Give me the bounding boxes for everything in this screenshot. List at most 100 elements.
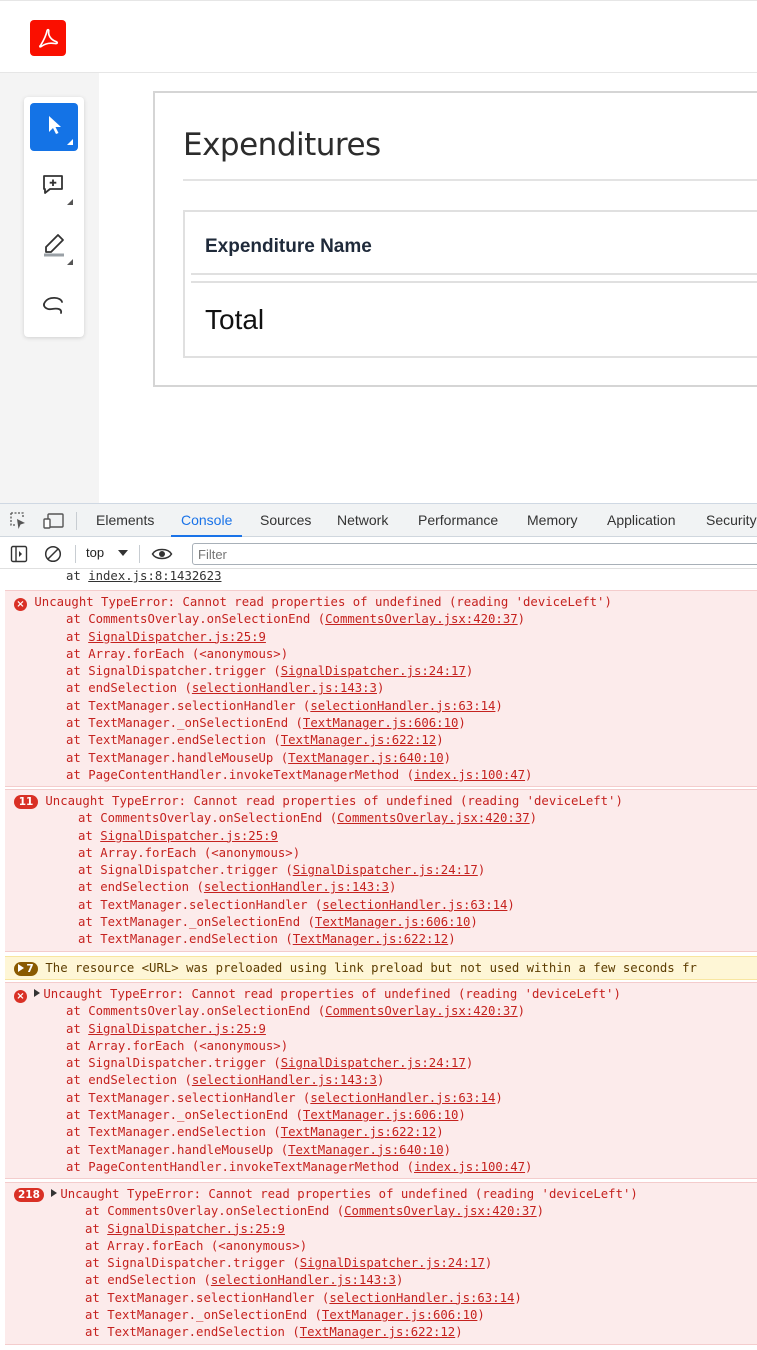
stack-at-prefix: at bbox=[66, 570, 89, 583]
stack-frame: at PageContentHandler.invokeTextManagerM… bbox=[66, 767, 533, 782]
inspect-element-icon[interactable] bbox=[9, 511, 29, 531]
stack-frame-link[interactable]: TextManager.js:640:10 bbox=[288, 751, 443, 765]
comment-tool-button[interactable] bbox=[30, 163, 78, 211]
stack-frame-link[interactable]: selectionHandler.js:63:14 bbox=[310, 699, 495, 713]
stack-frame-link[interactable]: selectionHandler.js:143:3 bbox=[192, 681, 377, 695]
error-icon: × bbox=[14, 598, 27, 611]
stack-frame-link[interactable]: SignalDispatcher.js:25:9 bbox=[88, 630, 266, 644]
execution-context-select[interactable]: top bbox=[86, 545, 104, 560]
stack-frame-link[interactable]: SignalDispatcher.js:25:9 bbox=[100, 829, 278, 843]
console-message-text: Uncaught TypeError: Cannot read properti… bbox=[43, 987, 621, 1001]
stack-frame-link[interactable]: TextManager.js:622:12 bbox=[281, 1125, 436, 1139]
stack-frame: at CommentsOverlay.onSelectionEnd (Comme… bbox=[85, 1204, 545, 1219]
stack-frame-link[interactable]: SignalDispatcher.js:24:17 bbox=[281, 664, 466, 678]
expand-triangle-icon[interactable] bbox=[18, 964, 25, 972]
stack-frame-link[interactable]: TextManager.js:622:12 bbox=[281, 733, 436, 747]
toolbar-separator bbox=[76, 512, 77, 530]
live-expression-eye-icon[interactable] bbox=[150, 544, 174, 564]
stack-frame-function: CommentsOverlay.onSelectionEnd bbox=[107, 1204, 337, 1219]
stack-frame: at TextManager.endSelection (TextManager… bbox=[66, 1125, 444, 1140]
stack-frame-function: TextManager.handleMouseUp bbox=[88, 750, 281, 765]
stack-frame-function: CommentsOverlay.onSelectionEnd bbox=[88, 612, 318, 627]
tab-elements[interactable]: Elements bbox=[86, 504, 164, 537]
stack-frame-link[interactable]: selectionHandler.js:63:14 bbox=[310, 1091, 495, 1105]
stack-frame-function: SignalDispatcher.trigger bbox=[107, 1256, 293, 1271]
stack-frame-link[interactable]: CommentsOverlay.jsx:420:37 bbox=[325, 1004, 518, 1018]
console-message-header: 7 The resource <URL> was preloaded using… bbox=[5, 960, 757, 977]
stack-frame: at TextManager._onSelectionEnd (TextMana… bbox=[78, 915, 478, 930]
highlight-tool-button[interactable] bbox=[30, 223, 78, 271]
stack-frame-location: (<anonymous>) bbox=[210, 1238, 308, 1253]
select-tool-button[interactable] bbox=[30, 103, 78, 151]
stack-frame-function: endSelection bbox=[100, 880, 197, 895]
tab-sources[interactable]: Sources bbox=[250, 504, 321, 537]
stack-frame-link[interactable]: TextManager.js:622:12 bbox=[300, 1325, 455, 1339]
stack-frame: at SignalDispatcher.js:25:9 bbox=[78, 828, 278, 843]
stack-frame: at endSelection (selectionHandler.js:143… bbox=[78, 880, 397, 895]
tab-application[interactable]: Application bbox=[597, 504, 686, 537]
device-toolbar-icon[interactable] bbox=[42, 511, 66, 531]
stack-frame-link[interactable]: TextManager.js:622:12 bbox=[293, 932, 448, 946]
stack-frame: at TextManager.endSelection (TextManager… bbox=[78, 932, 456, 947]
stack-frame-link[interactable]: TextManager.js:606:10 bbox=[303, 716, 458, 730]
console-error-message[interactable]: × Uncaught TypeError: Cannot read proper… bbox=[5, 590, 757, 788]
stack-frame: at Array.forEach (<anonymous>) bbox=[66, 1038, 289, 1053]
tab-console[interactable]: Console bbox=[171, 504, 243, 537]
stack-frame: at TextManager.selectionHandler (selecti… bbox=[85, 1290, 522, 1305]
expand-triangle-icon[interactable] bbox=[51, 1189, 58, 1197]
console-error-message[interactable]: 11 Uncaught TypeError: Cannot read prope… bbox=[5, 789, 757, 952]
tab-memory[interactable]: Memory bbox=[517, 504, 588, 537]
stack-frame: at SignalDispatcher.trigger (SignalDispa… bbox=[66, 664, 474, 679]
pointer-arrow-icon bbox=[44, 114, 64, 141]
stack-frame-function: TextManager._onSelectionEnd bbox=[88, 716, 296, 731]
console-message-header: × Uncaught TypeError: Cannot read proper… bbox=[5, 986, 757, 1003]
tab-network[interactable]: Network bbox=[327, 504, 398, 537]
toolbar-separator bbox=[139, 545, 140, 563]
stack-frame-link[interactable]: index.js:8:1432623 bbox=[88, 570, 221, 583]
stack-frame-link[interactable]: selectionHandler.js:143:3 bbox=[211, 1273, 396, 1287]
stack-frame-function: TextManager._onSelectionEnd bbox=[107, 1308, 315, 1323]
console-filter-input[interactable] bbox=[192, 543, 757, 565]
repeat-count-badge: 7 bbox=[14, 962, 38, 976]
stack-frame-link[interactable]: selectionHandler.js:143:3 bbox=[192, 1073, 377, 1087]
clear-console-icon[interactable] bbox=[43, 544, 63, 564]
stack-frame-link[interactable]: TextManager.js:606:10 bbox=[315, 915, 470, 929]
stack-frame-link[interactable]: TextManager.js:606:10 bbox=[303, 1108, 458, 1122]
stack-frame: at SignalDispatcher.js:25:9 bbox=[66, 1021, 266, 1036]
sidebar-toggle-icon[interactable] bbox=[9, 544, 29, 564]
repeat-count: 218 bbox=[18, 1189, 40, 1201]
console-error-message[interactable]: × Uncaught TypeError: Cannot read proper… bbox=[5, 982, 757, 1180]
stack-frame-link[interactable]: selectionHandler.js:63:14 bbox=[329, 1291, 514, 1305]
tool-panel bbox=[24, 97, 84, 337]
console-message-text: Uncaught TypeError: Cannot read properti… bbox=[60, 1187, 638, 1201]
stack-frame-link[interactable]: SignalDispatcher.js:25:9 bbox=[107, 1222, 285, 1236]
stack-frame-link[interactable]: SignalDispatcher.js:24:17 bbox=[300, 1256, 485, 1270]
stack-frame-link[interactable]: CommentsOverlay.jsx:420:37 bbox=[337, 811, 530, 825]
console-line: at index.js:8:1432623 bbox=[66, 570, 221, 585]
stack-frame-link[interactable]: SignalDispatcher.js:24:17 bbox=[293, 863, 478, 877]
stack-frame-function: CommentsOverlay.onSelectionEnd bbox=[88, 1004, 318, 1019]
tab-performance[interactable]: Performance bbox=[408, 504, 508, 537]
stack-frame-link[interactable]: index.js:100:47 bbox=[414, 1160, 525, 1174]
stack-frame-link[interactable]: selectionHandler.js:63:14 bbox=[322, 898, 507, 912]
stack-frame-link[interactable]: SignalDispatcher.js:24:17 bbox=[281, 1056, 466, 1070]
stack-frame-link[interactable]: SignalDispatcher.js:25:9 bbox=[88, 1022, 266, 1036]
stack-frame-function: SignalDispatcher.trigger bbox=[100, 863, 286, 878]
document-page: Expenditures Expenditure Name Total bbox=[153, 91, 757, 387]
expand-triangle-icon[interactable] bbox=[34, 989, 41, 997]
stack-frame-link[interactable]: TextManager.js:640:10 bbox=[288, 1143, 443, 1157]
acrobat-logo-icon[interactable] bbox=[30, 20, 66, 56]
stack-frame-link[interactable]: TextManager.js:606:10 bbox=[322, 1308, 477, 1322]
stack-frame-link[interactable]: selectionHandler.js:143:3 bbox=[204, 880, 389, 894]
stack-frame-function: Array.forEach bbox=[88, 646, 192, 661]
stack-frame-link[interactable]: CommentsOverlay.jsx:420:37 bbox=[325, 612, 518, 626]
stack-frame: at SignalDispatcher.trigger (SignalDispa… bbox=[66, 1056, 474, 1071]
console-error-message[interactable]: 218 Uncaught TypeError: Cannot read prop… bbox=[5, 1182, 757, 1345]
repeat-count: 11 bbox=[18, 796, 34, 808]
draw-tool-button[interactable] bbox=[30, 283, 78, 331]
stack-frame-link[interactable]: CommentsOverlay.jsx:420:37 bbox=[344, 1204, 537, 1218]
stack-frame-link[interactable]: index.js:100:47 bbox=[414, 768, 525, 782]
console-warning-message[interactable]: 7 The resource <URL> was preloaded using… bbox=[5, 956, 757, 981]
tab-security[interactable]: Security bbox=[696, 504, 757, 537]
stack-frame: at CommentsOverlay.onSelectionEnd (Comme… bbox=[66, 612, 526, 627]
